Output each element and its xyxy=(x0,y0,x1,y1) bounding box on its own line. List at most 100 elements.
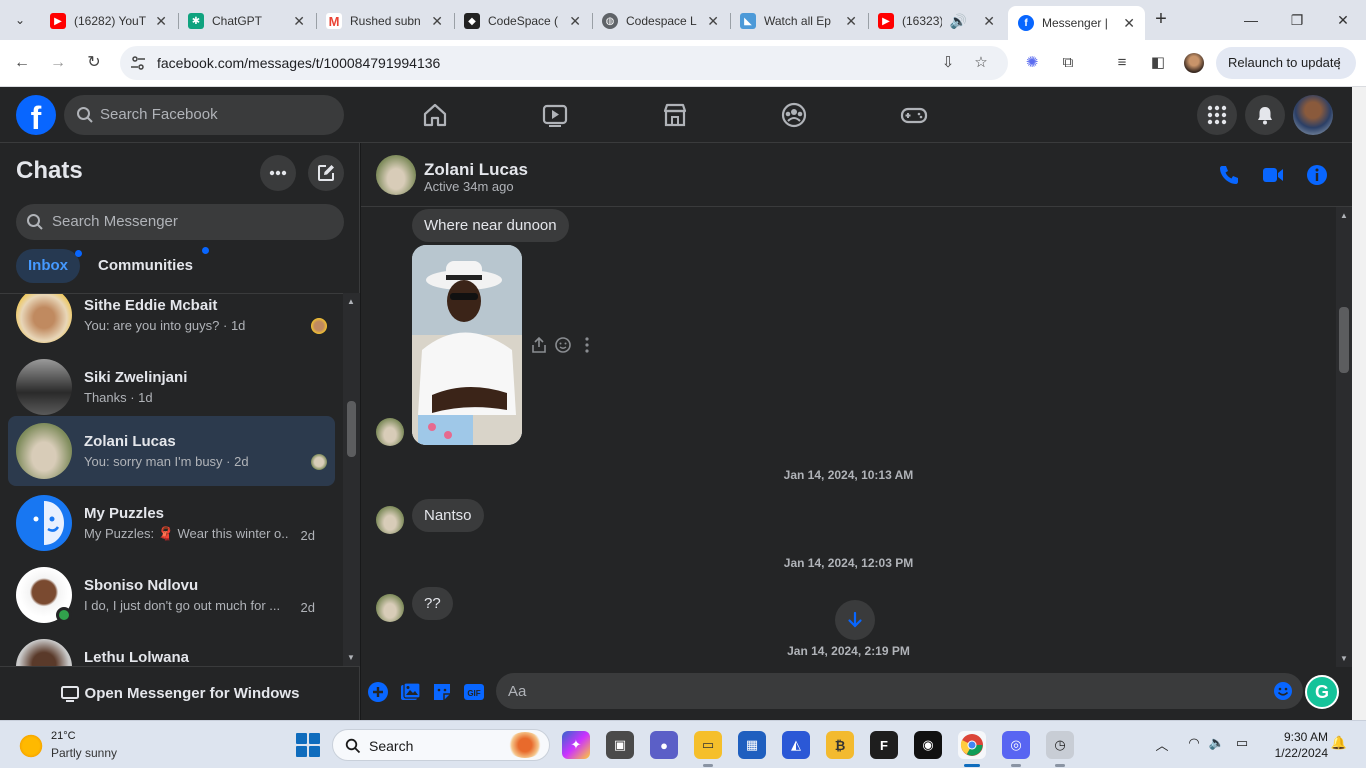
chat-item[interactable]: Sithe Eddie Mcbait You: are you into guy… xyxy=(8,294,335,350)
groups-icon[interactable] xyxy=(780,101,808,129)
message-bubble[interactable]: Where near dunoon xyxy=(412,209,569,242)
install-app-icon[interactable]: ⇩ xyxy=(938,53,958,73)
side-panel-icon[interactable]: ◧ xyxy=(1147,52,1169,74)
file-explorer-icon[interactable]: ▭ xyxy=(694,731,722,767)
tab-close-icon[interactable]: ✕ xyxy=(155,13,167,30)
relaunch-button[interactable]: Relaunch to update ⋮ xyxy=(1216,47,1356,79)
extension-icon[interactable]: ✺ xyxy=(1021,52,1043,74)
browser-tab-active[interactable]: f Messenger | ✕ xyxy=(1008,6,1145,40)
facebook-logo-icon[interactable]: f xyxy=(16,95,56,135)
messenger-search-input[interactable]: Search Messenger xyxy=(16,204,344,240)
url-text[interactable]: facebook.com/messages/t/100084791994136 xyxy=(157,55,440,71)
forward-icon[interactable]: → xyxy=(45,50,71,76)
bitcoin-icon[interactable]: ₿ xyxy=(826,731,854,759)
tab-communities[interactable]: Communities xyxy=(86,247,210,283)
browser-tab[interactable]: ◍ Codespace L ✕ xyxy=(592,6,729,36)
discord-icon[interactable]: ◎ xyxy=(1002,731,1030,767)
task-view-icon[interactable]: ▣ xyxy=(606,731,634,759)
restore-icon[interactable]: ❐ xyxy=(1274,8,1320,32)
scroll-thumb[interactable] xyxy=(347,401,356,457)
tab-close-icon[interactable]: ✕ xyxy=(707,13,719,30)
tab-close-icon[interactable]: ✕ xyxy=(293,13,305,30)
battery-icon[interactable]: ▭ xyxy=(1233,735,1251,753)
share-icon[interactable] xyxy=(530,336,548,354)
plus-icon[interactable] xyxy=(367,681,389,703)
grammarly-icon[interactable]: G xyxy=(1305,675,1339,709)
emoji-icon[interactable] xyxy=(1273,681,1293,701)
figma-icon[interactable]: F xyxy=(870,731,898,759)
contact-name[interactable]: Zolani Lucas xyxy=(424,160,528,180)
browser-tab[interactable]: ◣ Watch all Ep ✕ xyxy=(730,6,867,36)
chrome-profile-avatar[interactable] xyxy=(1184,53,1204,73)
photo-icon[interactable] xyxy=(399,681,421,703)
chat-options-button[interactable] xyxy=(260,155,296,191)
conversation-info-icon[interactable] xyxy=(1305,163,1329,187)
chrome-menu-icon[interactable]: ⋮ xyxy=(1332,47,1346,79)
show-hidden-icons-chevron-icon[interactable]: ︿ xyxy=(1153,735,1171,753)
microsoft-store-icon[interactable]: ▦ xyxy=(738,731,766,759)
clock-app-icon[interactable]: ◷ xyxy=(1046,731,1074,767)
new-message-button[interactable] xyxy=(308,155,344,191)
sender-avatar[interactable] xyxy=(376,594,404,622)
browser-tab[interactable]: M Rushed subn ✕ xyxy=(316,6,453,36)
thread-scrollbar[interactable]: ▲ ▼ xyxy=(1336,207,1352,667)
message-bubble[interactable]: Nantso xyxy=(412,499,484,532)
system-clock[interactable]: 9:30 AM 1/22/2024 xyxy=(1262,729,1328,761)
browser-tab[interactable]: ▶ (16323) ( 🔊 ✕ xyxy=(868,6,1005,36)
wifi-icon[interactable]: ◠ xyxy=(1185,735,1203,753)
reload-icon[interactable]: ↻ xyxy=(81,50,107,76)
scroll-thumb[interactable] xyxy=(1339,307,1349,373)
tab-close-icon[interactable]: ✕ xyxy=(1123,15,1135,32)
gaming-icon[interactable] xyxy=(900,101,928,129)
sender-avatar[interactable] xyxy=(376,418,404,446)
close-window-icon[interactable]: ✕ xyxy=(1320,8,1366,32)
account-avatar[interactable] xyxy=(1293,95,1333,135)
browser-tab[interactable]: ◆ CodeSpace ( ✕ xyxy=(454,6,591,36)
chat-item[interactable]: Lethu Lolwana xyxy=(8,632,335,666)
chat-list-scrollbar[interactable]: ▲ ▼ xyxy=(343,293,360,666)
sender-avatar[interactable] xyxy=(376,506,404,534)
vscode-like-icon[interactable]: ◭ xyxy=(782,731,810,759)
tab-inbox[interactable]: Inbox xyxy=(16,249,82,283)
media-controls-icon[interactable]: ≡ xyxy=(1111,52,1133,74)
contact-avatar[interactable] xyxy=(376,155,416,195)
tab-close-icon[interactable]: ✕ xyxy=(431,13,443,30)
scroll-down-arrow-icon[interactable]: ▼ xyxy=(1340,654,1348,663)
chrome-icon[interactable] xyxy=(958,731,986,767)
page-scrollbar[interactable] xyxy=(1352,87,1366,720)
tab-close-icon[interactable]: ✕ xyxy=(569,13,581,30)
home-icon[interactable] xyxy=(421,101,449,129)
browser-tab[interactable]: ▶ (16282) YouT ✕ xyxy=(40,6,177,36)
github-icon[interactable]: ◉ xyxy=(914,731,942,759)
teams-meet-icon[interactable]: ● xyxy=(650,731,678,759)
scroll-up-arrow-icon[interactable]: ▲ xyxy=(1340,211,1348,220)
back-icon[interactable]: ← xyxy=(9,50,35,76)
react-emoji-icon[interactable] xyxy=(554,336,572,354)
volume-icon[interactable]: 🔈 xyxy=(1208,735,1226,753)
tab-close-icon[interactable]: ✕ xyxy=(845,13,857,30)
scroll-to-bottom-button[interactable] xyxy=(835,600,875,640)
message-photo[interactable] xyxy=(412,245,522,445)
phone-call-icon[interactable] xyxy=(1217,163,1241,187)
speaker-icon[interactable]: 🔊 xyxy=(950,13,967,30)
chat-item-active[interactable]: Zolani Lucas You: sorry man I'm busy · 2… xyxy=(8,416,335,486)
sticker-icon[interactable] xyxy=(431,681,453,703)
more-vertical-icon[interactable] xyxy=(578,336,596,354)
gif-icon[interactable]: GIF xyxy=(463,681,485,703)
minimize-icon[interactable]: — xyxy=(1228,8,1274,32)
extensions-puzzle-icon[interactable]: ⧉ xyxy=(1057,52,1079,74)
marketplace-icon[interactable] xyxy=(661,101,689,129)
scroll-up-arrow-icon[interactable]: ▲ xyxy=(347,297,355,306)
weather-widget[interactable]: 21°C Partly sunny xyxy=(18,730,138,760)
notifications-bell-icon[interactable] xyxy=(1245,95,1285,135)
chat-item[interactable]: Sboniso Ndlovu I do, I just don't go out… xyxy=(8,560,335,630)
notification-bell-icon[interactable]: 🔔 xyxy=(1330,735,1348,753)
bookmark-star-icon[interactable]: ☆ xyxy=(971,53,991,73)
watch-icon[interactable] xyxy=(541,101,569,129)
message-bubble[interactable]: ?? xyxy=(412,587,453,620)
browser-tab[interactable]: ✱ ChatGPT ✕ xyxy=(178,6,315,36)
address-bar[interactable]: facebook.com/messages/t/100084791994136 … xyxy=(120,46,1008,80)
taskbar-search[interactable]: Search xyxy=(332,729,550,761)
copilot-icon[interactable]: ✦ xyxy=(562,731,590,759)
site-settings-icon[interactable] xyxy=(130,55,146,71)
